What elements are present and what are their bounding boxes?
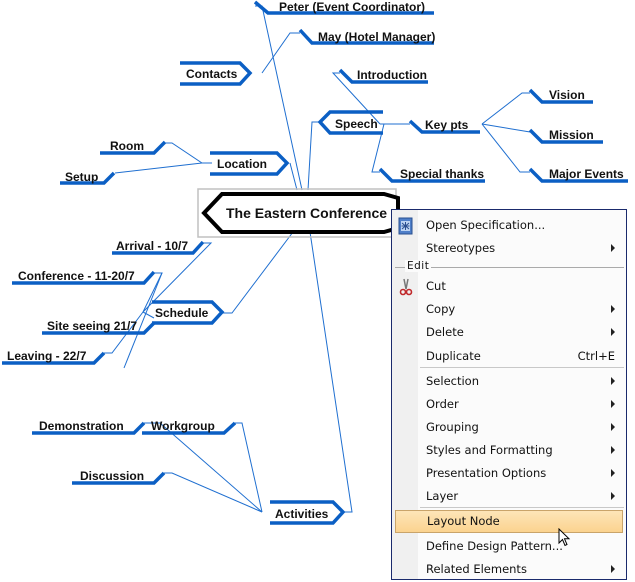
menu-item-label: Related Elements: [426, 562, 527, 576]
connector-location-room: [165, 142, 212, 164]
submenu-arrow-icon: [611, 492, 615, 500]
menu-item-label: Duplicate: [426, 349, 481, 363]
menu-item-label: Presentation Options: [426, 466, 547, 480]
menu-item-selection[interactable]: Selection: [393, 370, 625, 393]
menu-item-label: Layout Node: [427, 514, 500, 528]
submenu-arrow-icon: [611, 305, 615, 313]
menu-item-define-design-pattern[interactable]: Define Design Pattern...: [393, 535, 625, 558]
node-conference-label[interactable]: Conference - 11-20/7: [18, 269, 135, 283]
node-arrival-label[interactable]: Arrival - 10/7: [116, 239, 188, 253]
node-special-thanks-label[interactable]: Special thanks: [400, 167, 484, 181]
specification-icon: [397, 217, 415, 235]
node-introduction-label[interactable]: Introduction: [357, 68, 427, 82]
menu-item-label: Order: [426, 397, 459, 411]
submenu-arrow-icon: [611, 244, 615, 252]
node-site-seeing-label[interactable]: Site seeing 21/7: [47, 319, 137, 333]
connector-root-location: [289, 162, 298, 191]
node-may-label[interactable]: May (Hotel Manager): [318, 30, 435, 44]
node-vision-label[interactable]: Vision: [549, 88, 585, 102]
submenu-arrow-icon: [611, 446, 615, 454]
menu-item-layer[interactable]: Layer: [393, 485, 625, 508]
menu-item-copy[interactable]: Copy: [393, 298, 625, 321]
menu-item-presentation-options[interactable]: Presentation Options: [393, 462, 625, 485]
menu-item-label: Stereotypes: [426, 241, 496, 255]
node-setup-label[interactable]: Setup: [65, 170, 98, 184]
connector-keypts-mission: [481, 123, 531, 133]
submenu-arrow-icon: [611, 423, 615, 431]
submenu-arrow-icon: [611, 565, 615, 573]
node-schedule-label[interactable]: Schedule: [155, 306, 208, 320]
node-discussion-label[interactable]: Discussion: [80, 469, 144, 483]
menu-item-label: Cut: [426, 279, 446, 293]
menu-item-label: Delete: [426, 325, 464, 339]
scissors-icon: [397, 278, 415, 296]
submenu-arrow-icon: [611, 469, 615, 477]
menu-item-styles-and-formatting[interactable]: Styles and Formatting: [393, 439, 625, 462]
node-mission-label[interactable]: Mission: [549, 128, 594, 142]
menu-item-grouping[interactable]: Grouping: [393, 416, 625, 439]
node-speech-label[interactable]: Speech: [335, 117, 378, 131]
connector-activities-discussion: [164, 472, 263, 513]
connector-activities-workgroup: [235, 422, 263, 513]
menu-separator: [420, 367, 624, 368]
node-workgroup-label[interactable]: Workgroup: [151, 419, 215, 433]
connector-root-speech: [307, 121, 320, 191]
menu-item-label: Grouping: [426, 420, 479, 434]
menu-item-stereotypes[interactable]: Stereotypes: [393, 237, 625, 260]
menu-item-layout-node[interactable]: Layout Node: [395, 510, 623, 533]
menu-item-label: Styles and Formatting: [426, 443, 553, 457]
connector-root-activities: [309, 231, 353, 513]
submenu-arrow-icon: [611, 377, 615, 385]
menu-item-cut[interactable]: Cut: [393, 275, 625, 298]
node-contacts-label[interactable]: Contacts: [186, 67, 237, 81]
connector-location-setup: [114, 162, 203, 174]
node-leaving-label[interactable]: Leaving - 22/7: [7, 349, 86, 363]
menu-section-edit: Edit: [393, 260, 624, 274]
menu-item-order[interactable]: Order: [393, 393, 625, 416]
menu-item-label: Layer: [426, 489, 459, 503]
mouse-cursor-icon: [558, 528, 571, 547]
root-node-label[interactable]: The Eastern Conference: [226, 206, 387, 220]
connector-activities-demonstration: [144, 422, 263, 513]
node-keypts-label[interactable]: Key pts: [425, 118, 468, 132]
menu-item-duplicate[interactable]: Duplicate Ctrl+E: [393, 345, 625, 368]
submenu-arrow-icon: [611, 328, 615, 336]
connector-speech-thanks: [371, 123, 385, 173]
menu-separator: [420, 507, 624, 508]
menu-item-delete[interactable]: Delete: [393, 321, 625, 344]
menu-item-shortcut: Ctrl+E: [577, 349, 615, 363]
section-label: Edit: [405, 260, 432, 272]
context-menu: Open Specification... Stereotypes Edit C…: [391, 209, 627, 580]
submenu-arrow-icon: [611, 400, 615, 408]
menu-item-open-specification[interactable]: Open Specification...: [393, 214, 625, 237]
menu-item-label: Define Design Pattern...: [426, 539, 563, 553]
connector-contacts-may: [261, 32, 300, 74]
menu-item-label: Copy: [426, 302, 456, 316]
connector-keypts-vision: [481, 92, 530, 125]
node-demonstration-label[interactable]: Demonstration: [39, 419, 124, 433]
node-major-events-label[interactable]: Major Events: [549, 167, 624, 181]
menu-item-related-elements[interactable]: Related Elements: [393, 558, 625, 581]
menu-item-label: Selection: [426, 374, 479, 388]
menu-item-label: Open Specification...: [426, 218, 546, 232]
node-peter-label[interactable]: Peter (Event Coordinator): [279, 0, 425, 14]
node-room-label[interactable]: Room: [110, 139, 144, 153]
node-activities-label[interactable]: Activities: [275, 507, 328, 521]
node-location-label[interactable]: Location: [217, 157, 267, 171]
connector-root-schedule: [222, 231, 294, 314]
